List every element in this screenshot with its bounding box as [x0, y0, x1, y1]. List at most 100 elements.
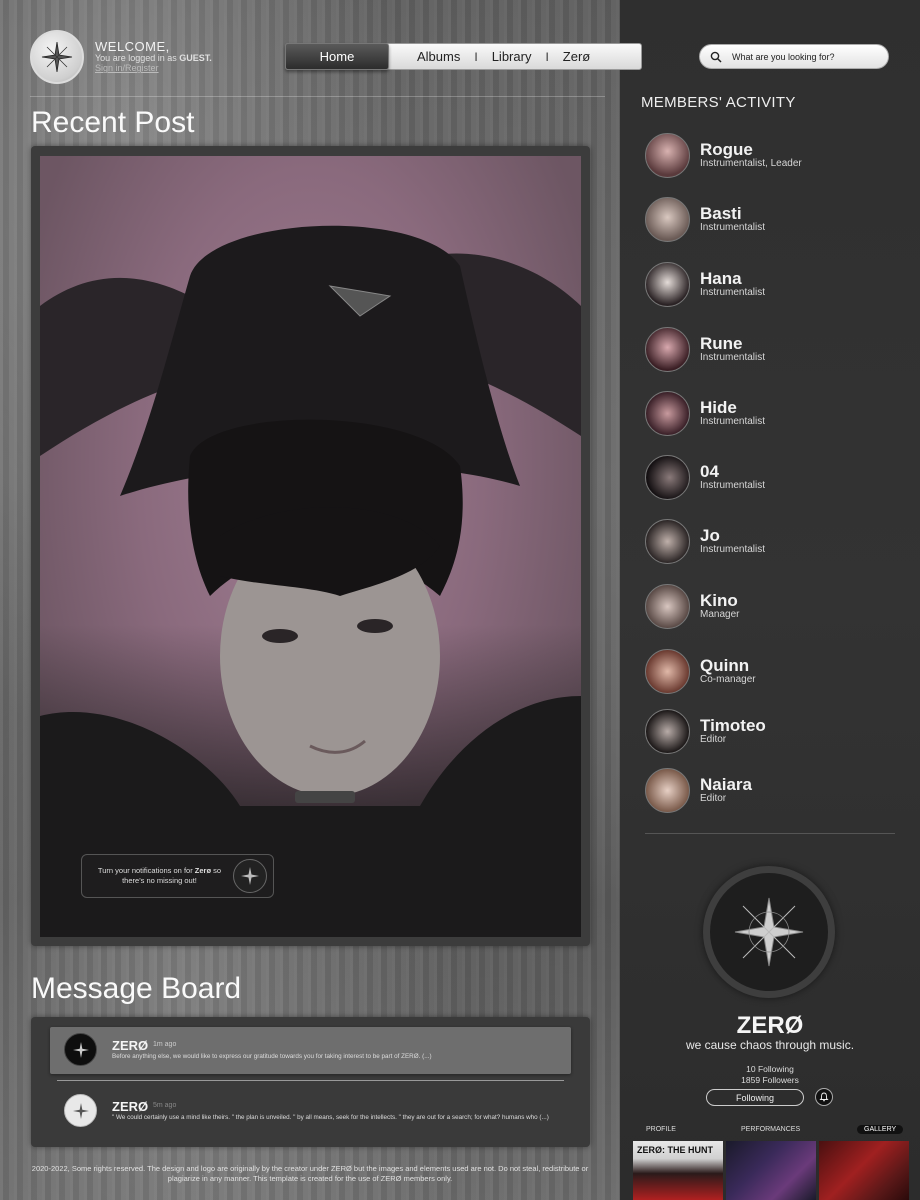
portrait-illustration — [40, 225, 581, 937]
sign-in-link[interactable]: Sign in/Register — [95, 63, 212, 74]
member-role: Instrumentalist — [700, 287, 766, 298]
member-item[interactable]: 04 Instrumentalist — [645, 455, 895, 503]
member-name: Jo — [700, 526, 720, 545]
compass-star-icon — [72, 1041, 89, 1058]
member-name: Kino — [700, 591, 738, 610]
recent-post-image[interactable] — [40, 156, 581, 937]
welcome-title: WELCOME, — [95, 39, 170, 54]
notification-text: Turn your notifications on for Zerø so t… — [94, 866, 225, 886]
member-avatar — [645, 327, 690, 372]
member-role: Instrumentalist — [700, 416, 766, 427]
member-role: Co-manager — [700, 674, 756, 685]
member-name: Rogue — [700, 140, 753, 159]
notification-bell-button[interactable] — [815, 1088, 833, 1106]
member-item[interactable]: Hide Instrumentalist — [645, 391, 895, 439]
message-time: 1m ago — [153, 1041, 177, 1048]
profile-tagline: we cause chaos through music. — [685, 1038, 855, 1052]
main-nav: Home Albums I Library I Zerø — [285, 42, 642, 70]
member-name: Timoteo — [700, 716, 766, 735]
search-placeholder: What are you looking for? — [732, 51, 835, 62]
member-avatar — [645, 649, 690, 694]
member-role: Instrumentalist — [700, 222, 766, 233]
member-avatar — [645, 584, 690, 629]
notification-prefix: Turn your notifications on for — [97, 866, 195, 876]
tab-performances[interactable]: PERFORMANCES — [741, 1126, 800, 1133]
username: GUEST. — [179, 53, 212, 64]
gallery-thumb[interactable]: ZERØ: THE HUNT — [633, 1141, 723, 1200]
bell-icon — [819, 1092, 829, 1102]
compass-star-icon — [241, 867, 259, 885]
member-role: Editor — [700, 793, 727, 804]
members-activity-title: MEMBERS' ACTIVITY — [641, 94, 796, 111]
profile-logo-inner — [710, 873, 828, 991]
member-role: Manager — [700, 609, 740, 620]
member-item[interactable]: Timoteo Editor — [645, 709, 895, 757]
nav-albums[interactable]: Albums — [403, 49, 474, 64]
message-avatar — [64, 1033, 97, 1066]
gallery-thumb[interactable] — [819, 1141, 909, 1200]
following-count: 10 Following — [746, 1064, 794, 1074]
member-avatar — [645, 133, 690, 178]
header-divider — [30, 96, 605, 97]
member-role: Instrumentalist — [700, 352, 766, 363]
tab-gallery[interactable]: GALLERY — [857, 1125, 904, 1134]
member-avatar — [645, 519, 690, 564]
gallery-thumbnails: ZERØ: THE HUNT — [633, 1141, 909, 1200]
member-name: Hana — [700, 269, 742, 288]
nav-home[interactable]: Home — [285, 42, 389, 70]
notification-brand: Zerø — [194, 866, 212, 876]
recent-post-title: Recent Post — [31, 106, 195, 139]
login-prefix: You are logged in as — [95, 53, 180, 64]
compass-star-icon — [734, 897, 804, 967]
notification-banner[interactable]: Turn your notifications on for Zerø so t… — [81, 854, 274, 898]
gallery-thumb[interactable] — [726, 1141, 816, 1200]
member-role: Editor — [700, 734, 727, 745]
compass-star-icon — [72, 1102, 89, 1119]
message-item[interactable]: ZERØ 1m ago Before anything else, we wou… — [50, 1027, 571, 1074]
message-text: " We could certainly use a mind like the… — [112, 1114, 549, 1121]
search-icon — [710, 51, 722, 63]
member-item[interactable]: Kino Manager — [645, 584, 895, 632]
sidebar-divider — [645, 833, 895, 834]
member-role: Instrumentalist, Leader — [700, 158, 802, 169]
tab-profile[interactable]: PROFILE — [646, 1126, 676, 1133]
nav-library[interactable]: Library — [478, 49, 546, 64]
member-avatar — [645, 197, 690, 242]
footer-text: 2020-2022, Some rights reserved. The des… — [31, 1164, 589, 1184]
profile-stats: 10 Following 1859 Followers — [620, 1064, 920, 1085]
profile-logo[interactable] — [703, 866, 835, 998]
search-input[interactable]: What are you looking for? — [699, 44, 889, 69]
profile-name: ZERØ — [736, 1012, 804, 1039]
nav-zero[interactable]: Zerø — [549, 49, 604, 64]
member-name: 04 — [700, 462, 719, 481]
message-divider — [57, 1080, 564, 1081]
member-avatar — [645, 262, 690, 307]
member-item[interactable]: Basti Instrumentalist — [645, 197, 895, 245]
zero-logo[interactable] — [30, 30, 84, 84]
member-name: Naiara — [700, 775, 752, 794]
member-role: Instrumentalist — [700, 544, 766, 555]
compass-star-icon — [41, 41, 73, 73]
message-time: 5m ago — [153, 1102, 177, 1109]
message-avatar — [64, 1094, 97, 1127]
member-item[interactable]: Naiara Editor — [645, 768, 895, 816]
member-name: Hide — [700, 398, 737, 417]
member-item[interactable]: Quinn Co-manager — [645, 649, 895, 697]
member-avatar — [645, 768, 690, 813]
member-item[interactable]: Rogue Instrumentalist, Leader — [645, 133, 895, 181]
message-text: Before anything else, we would like to e… — [112, 1053, 432, 1060]
member-name: Basti — [700, 204, 742, 223]
message-board-title: Message Board — [31, 972, 242, 1005]
member-avatar — [645, 455, 690, 500]
message-author: ZERØ — [112, 1099, 149, 1114]
member-role: Instrumentalist — [700, 480, 766, 491]
member-avatar — [645, 391, 690, 436]
gallery-thumb-caption: ZERØ: THE HUNT — [637, 1145, 713, 1155]
message-item[interactable]: ZERØ 5m ago " We could certainly use a m… — [50, 1088, 571, 1136]
member-item[interactable]: Hana Instrumentalist — [645, 262, 895, 310]
member-item[interactable]: Jo Instrumentalist — [645, 519, 895, 567]
member-item[interactable]: Rune Instrumentalist — [645, 327, 895, 375]
notification-logo[interactable] — [233, 859, 267, 893]
member-name: Quinn — [700, 656, 750, 675]
following-button[interactable]: Following — [706, 1089, 804, 1106]
